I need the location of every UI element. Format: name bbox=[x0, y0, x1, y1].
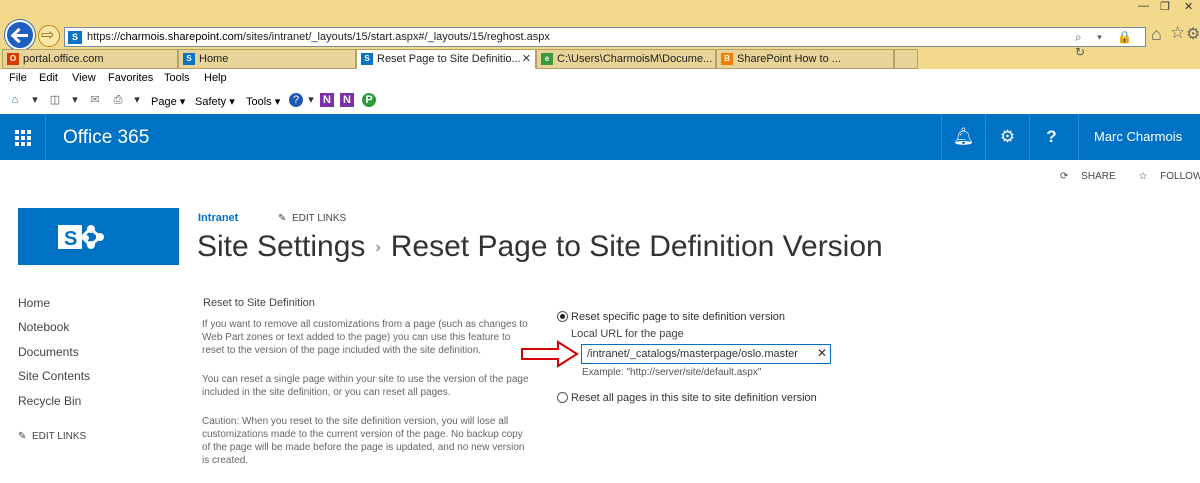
tab-close-icon[interactable]: ✕ bbox=[522, 50, 531, 68]
sharepoint-icon: S bbox=[361, 53, 373, 65]
dropdown-arrow-icon[interactable]: ▾ bbox=[304, 93, 318, 107]
new-tab-button[interactable] bbox=[894, 49, 918, 69]
share-button[interactable]: ⟳ SHARE bbox=[1060, 171, 1126, 182]
share-follow-bar: ⟳ SHARE ☆ FOLLOW ⛶ bbox=[1060, 171, 1200, 182]
suite-bar: Office 365 🔔︎ ⚙ ? Marc Charmois bbox=[0, 114, 1200, 160]
menu-file[interactable]: File bbox=[9, 72, 27, 84]
edit-links-quick-launch-button[interactable]: ✎ EDIT LINKS bbox=[18, 431, 86, 442]
local-url-label: Local URL for the page bbox=[571, 328, 684, 340]
tab-reset-page[interactable]: S Reset Page to Site Definitio... ✕ bbox=[356, 49, 536, 69]
user-name[interactable]: Marc Charmois bbox=[1078, 114, 1200, 160]
close-window-icon[interactable]: ✕ bbox=[1184, 0, 1193, 16]
red-arrow-annotation-icon bbox=[521, 340, 579, 368]
star-icon: ☆ bbox=[1138, 171, 1148, 182]
address-url[interactable]: https://charmois.sharepoint.com/sites/in… bbox=[87, 31, 550, 43]
quick-launch-item-home[interactable]: Home bbox=[18, 296, 50, 310]
address-bar[interactable]: S https://charmois.sharepoint.com/sites/… bbox=[64, 27, 1146, 59]
sharepoint-icon: S bbox=[183, 53, 195, 65]
page-title: Site Settings › Reset Page to Site Definit… bbox=[197, 230, 883, 263]
print-icon[interactable]: ⎙ bbox=[111, 93, 125, 107]
feeds-icon[interactable]: ◫ bbox=[48, 93, 62, 107]
option-reset-all-label[interactable]: Reset all pages in this site to site def… bbox=[571, 392, 817, 404]
menu-bar: File Edit View Favorites Tools Help bbox=[0, 69, 1200, 89]
app-launcher-icon[interactable] bbox=[0, 114, 46, 160]
site-name-link[interactable]: Intranet bbox=[198, 212, 238, 224]
tab-sharepoint-how-to[interactable]: B SharePoint How to ... bbox=[716, 49, 894, 69]
onenote-icon[interactable]: N bbox=[320, 93, 334, 107]
browser-gear-icon[interactable]: ⚙ bbox=[1186, 24, 1200, 44]
forward-button[interactable] bbox=[38, 25, 60, 47]
home-icon[interactable]: ⌂ bbox=[1151, 24, 1162, 45]
minimize-icon[interactable]: — bbox=[1138, 0, 1149, 16]
description-paragraph: You can reset a single page within your … bbox=[202, 374, 529, 398]
description-paragraph: If you want to remove all customizations… bbox=[202, 319, 528, 356]
menu-help[interactable]: Help bbox=[204, 72, 227, 84]
title-site-settings-link[interactable]: Site Settings bbox=[197, 230, 365, 263]
command-safety[interactable]: Safety ▾ bbox=[195, 95, 235, 108]
svg-text:S: S bbox=[64, 228, 77, 250]
tab-portal-office[interactable]: O portal.office.com bbox=[2, 49, 178, 69]
menu-edit[interactable]: Edit bbox=[39, 72, 58, 84]
menu-view[interactable]: View bbox=[72, 72, 96, 84]
restore-icon[interactable]: ❐ bbox=[1160, 0, 1170, 16]
caution-paragraph: Caution: When you reset to the site defi… bbox=[202, 416, 525, 466]
edit-links-top-button[interactable]: ✎ EDIT LINKS bbox=[278, 213, 346, 224]
dropdown-arrow-icon[interactable]: ▾ bbox=[28, 93, 42, 107]
mail-icon[interactable]: ✉ bbox=[88, 93, 102, 107]
radio-reset-specific-page[interactable] bbox=[557, 311, 568, 322]
breadcrumb-separator-icon: › bbox=[375, 239, 381, 257]
pencil-icon: ✎ bbox=[18, 431, 27, 442]
command-page[interactable]: Page ▾ bbox=[151, 95, 185, 108]
tab-home[interactable]: S Home bbox=[178, 49, 356, 69]
browser-chrome: — ❐ ✕ S https://charmois.sharepoint.com/… bbox=[0, 0, 1200, 69]
local-url-value[interactable]: /intranet/_catalogs/masterpage/oslo.mast… bbox=[587, 348, 798, 360]
sharepoint-logo[interactable]: S bbox=[18, 208, 179, 265]
quick-launch-item-documents[interactable]: Documents bbox=[18, 345, 79, 359]
sharepoint-favicon-icon: S bbox=[68, 31, 82, 44]
share-icon: ⟳ bbox=[1060, 171, 1069, 182]
ie-page-icon: e bbox=[541, 53, 553, 65]
back-button[interactable] bbox=[5, 20, 35, 50]
section-title: Reset to Site Definition bbox=[203, 297, 315, 309]
pencil-icon: ✎ bbox=[278, 213, 287, 224]
dropdown-arrow-icon[interactable]: ▾ bbox=[130, 93, 144, 107]
dropdown-arrow-icon[interactable]: ▾ bbox=[68, 93, 82, 107]
radio-reset-all-pages[interactable] bbox=[557, 392, 568, 403]
option-reset-specific-label[interactable]: Reset specific page to site definition v… bbox=[571, 311, 785, 323]
office-icon: O bbox=[7, 53, 19, 65]
help-icon[interactable]: ? bbox=[289, 93, 303, 107]
clear-input-icon[interactable]: ✕ bbox=[817, 346, 827, 360]
notifications-bell-icon[interactable]: 🔔︎ bbox=[941, 114, 985, 160]
command-bar: ⌂ ▾ ◫ ▾ ✉ ⎙ ▾ Page ▾ Safety ▾ Tools ▾ ? … bbox=[0, 89, 1200, 113]
project-icon[interactable]: P bbox=[362, 93, 376, 107]
favorites-star-icon[interactable]: ☆ bbox=[1170, 23, 1185, 43]
brand-title[interactable]: Office 365 bbox=[63, 127, 149, 149]
command-tools[interactable]: Tools ▾ bbox=[246, 95, 280, 108]
settings-gear-icon[interactable]: ⚙ bbox=[985, 114, 1029, 160]
menu-tools[interactable]: Tools bbox=[164, 72, 190, 84]
home-small-icon[interactable]: ⌂ bbox=[8, 93, 22, 107]
help-question-icon[interactable]: ? bbox=[1029, 114, 1073, 160]
onenote-linked-icon[interactable]: N bbox=[340, 93, 354, 107]
tab-strip: O portal.office.com S Home S Reset Page … bbox=[0, 49, 920, 69]
blogger-icon: B bbox=[721, 53, 733, 65]
local-url-input[interactable]: /intranet/_catalogs/masterpage/oslo.mast… bbox=[581, 344, 831, 364]
quick-launch-item-notebook[interactable]: Notebook bbox=[18, 320, 69, 334]
address-tools-icons[interactable]: ⌕ ▾ 🔒 ↻ bbox=[1075, 30, 1145, 59]
tab-local-document[interactable]: e C:\Users\CharmoisM\Docume... bbox=[536, 49, 716, 69]
quick-launch-item-site-contents[interactable]: Site Contents bbox=[18, 369, 90, 383]
follow-button[interactable]: ☆ FOLLOW bbox=[1138, 171, 1200, 182]
menu-favorites[interactable]: Favorites bbox=[108, 72, 153, 84]
url-example-hint: Example: "http://server/site/default.asp… bbox=[582, 367, 762, 378]
quick-launch-item-recycle-bin[interactable]: Recycle Bin bbox=[18, 394, 81, 408]
